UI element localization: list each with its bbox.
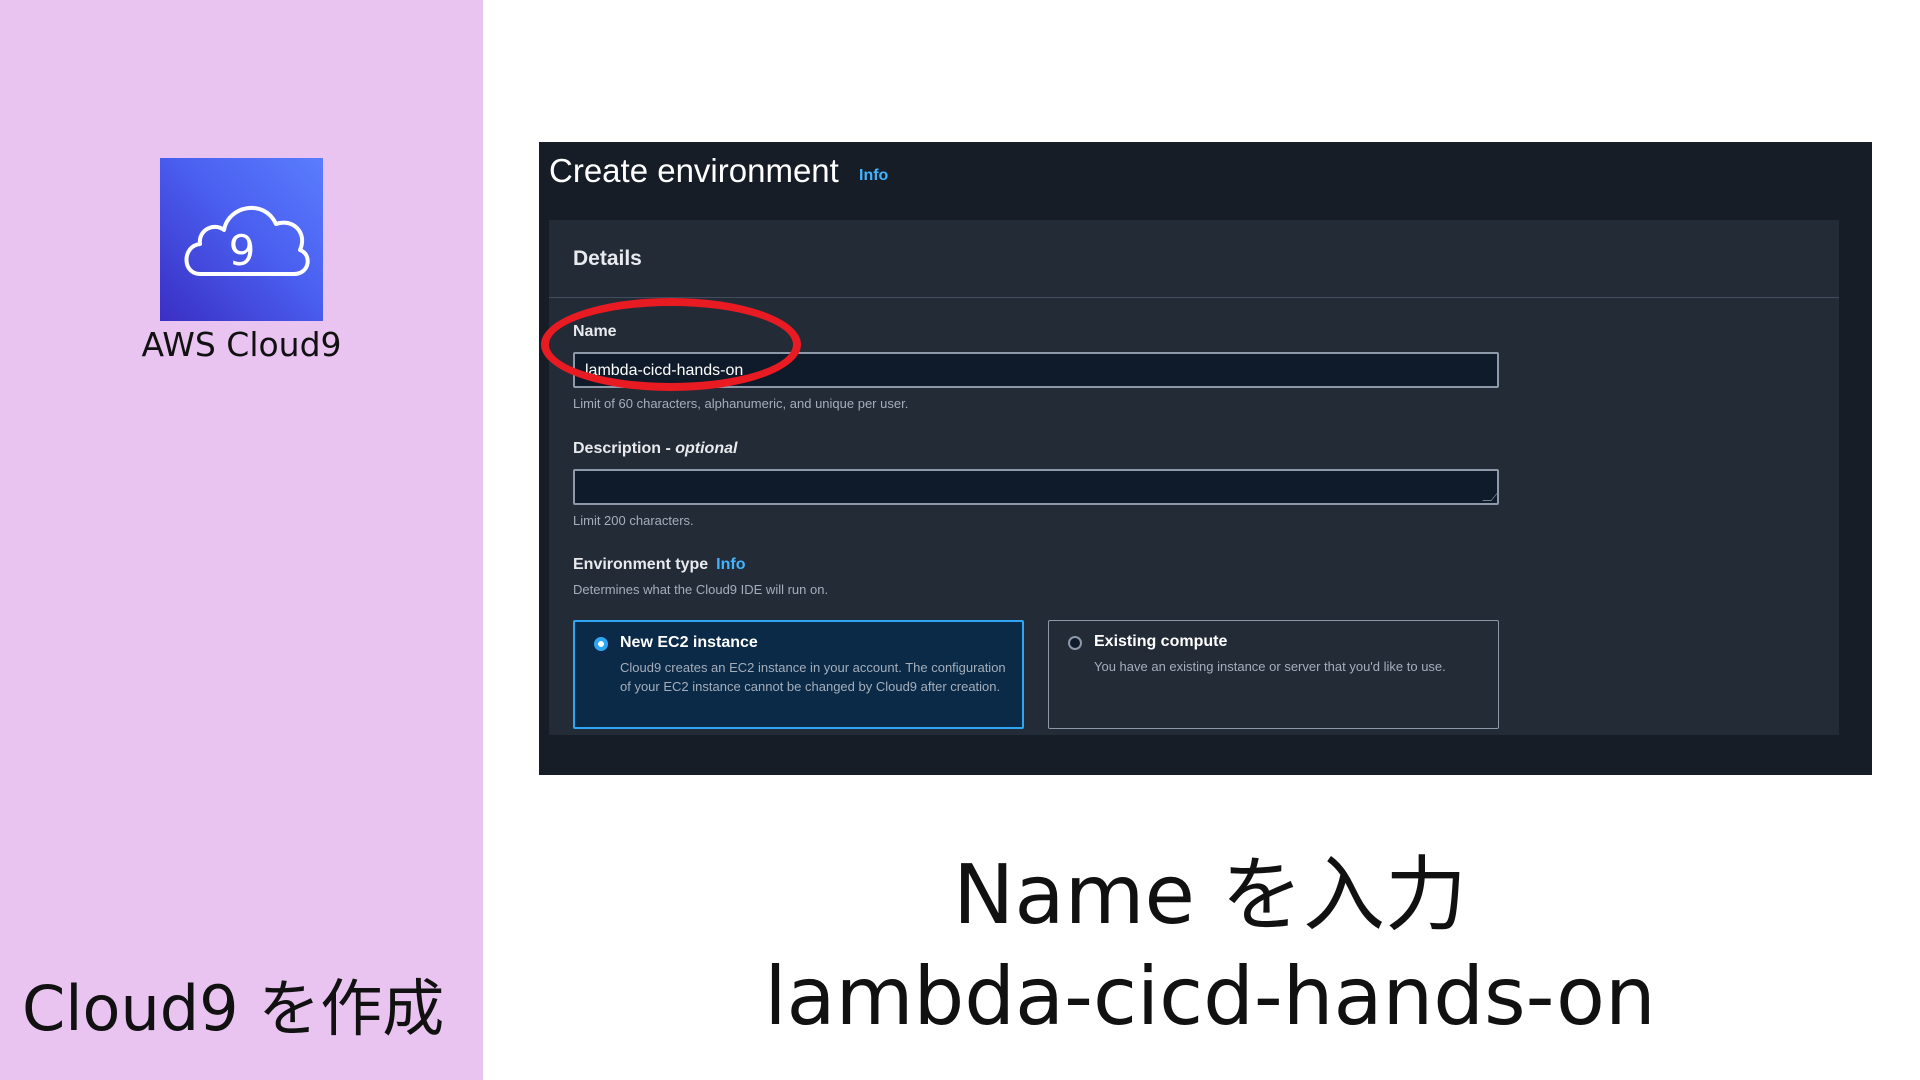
option-description: You have an existing instance or server …: [1094, 659, 1446, 674]
highlight-ring: [541, 298, 801, 391]
option-new-ec2-instance[interactable]: New EC2 instance Cloud9 creates an EC2 i…: [573, 620, 1024, 729]
description-input[interactable]: [573, 469, 1499, 505]
option-description: Cloud9 creates an EC2 instance in your a…: [620, 660, 1006, 694]
caption-line-2: lambda-cicd-hands-on: [764, 950, 1656, 1043]
logo-digit: 9: [229, 226, 256, 275]
slide-title: Cloud9 を作成: [22, 972, 445, 1045]
page-title: Create environment: [549, 152, 839, 189]
name-hint: Limit of 60 characters, alphanumeric, an…: [573, 396, 909, 411]
caption-line-1: Name を入力: [953, 848, 1467, 943]
environment-type-label-text: Environment type: [573, 556, 709, 573]
logo-caption: AWS Cloud9: [141, 325, 342, 364]
description-hint: Limit 200 characters.: [573, 513, 694, 528]
panel-header-label: Details: [573, 247, 642, 270]
description-label-text: Description -: [573, 440, 676, 457]
option-title: New EC2 instance: [620, 634, 758, 651]
radio-selected-icon[interactable]: [594, 637, 608, 651]
aws-cloud9-icon: 9: [160, 158, 323, 321]
left-sidebar: 9 AWS Cloud9 Cloud9 を作成: [0, 0, 483, 1080]
details-panel: Details Name lambda-cicd-hands-on Limit …: [549, 220, 1839, 735]
radio-unselected-icon[interactable]: [1068, 636, 1082, 650]
panel-header: Details: [549, 220, 1839, 298]
description-optional: optional: [675, 440, 738, 457]
console-screenshot: Create environment Info Details Name lam…: [539, 142, 1872, 775]
environment-type-info-link[interactable]: Info: [716, 556, 745, 573]
option-existing-compute[interactable]: Existing compute You have an existing in…: [1048, 620, 1499, 729]
environment-type-label: Environment type Info: [573, 556, 745, 574]
environment-type-hint: Determines what the Cloud9 IDE will run …: [573, 582, 829, 597]
option-title: Existing compute: [1094, 633, 1228, 650]
resize-grip-icon[interactable]: [1482, 492, 1499, 501]
description-label: Description - optional: [573, 440, 737, 458]
title-info-link[interactable]: Info: [859, 167, 888, 185]
